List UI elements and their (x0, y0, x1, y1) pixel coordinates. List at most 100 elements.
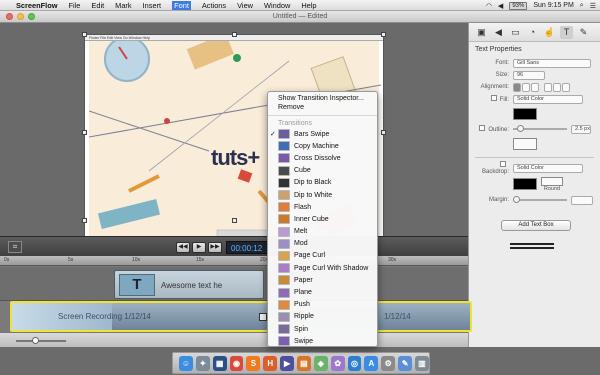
resize-handle-tc[interactable] (232, 32, 237, 37)
transition-item[interactable]: ✓ Bars Swipe (268, 128, 377, 140)
rewind-button[interactable]: ◀◀ (176, 242, 190, 253)
chrome-dock-icon[interactable]: ◉ (229, 355, 244, 371)
outline-checkbox[interactable] (479, 125, 486, 131)
menu-file[interactable]: File (68, 1, 80, 10)
transition-item[interactable]: Inner Cube (268, 213, 377, 225)
resize-handle-mr[interactable] (381, 130, 386, 135)
photos-dock-icon[interactable]: ✿ (330, 355, 345, 371)
outline-slider-knob[interactable] (517, 125, 524, 132)
menu-edit[interactable]: Edit (91, 1, 104, 10)
transition-item[interactable]: Mod (268, 238, 377, 250)
transition-item[interactable]: Melt (268, 226, 377, 238)
backdrop-corner-preview[interactable] (541, 176, 563, 186)
transition-item[interactable]: Cross Dissolve (268, 152, 377, 164)
timeline-zoom-slider[interactable] (16, 337, 66, 344)
menu-help[interactable]: Help (301, 1, 316, 10)
transition-marker[interactable] (259, 313, 267, 321)
touch-callout-tab-icon[interactable]: ☝ (543, 26, 556, 39)
menu-font[interactable]: Font (172, 0, 191, 10)
margin-value-field[interactable] (571, 195, 593, 205)
trash-dock-icon[interactable]: ▥ (415, 355, 429, 371)
battery-indicator[interactable]: 93% (509, 1, 528, 10)
transition-item[interactable]: Flash (268, 201, 377, 213)
fill-type-select[interactable]: Solid Color (513, 94, 583, 104)
clock[interactable]: Sun 9:15 PM (533, 2, 573, 9)
volume-icon[interactable]: ◀ (498, 2, 503, 10)
transition-item[interactable]: Page Curl (268, 250, 377, 262)
crop-icon[interactable]: ⌗ (8, 241, 22, 253)
transition-item[interactable]: Swipe (268, 335, 377, 347)
safari-dock-icon[interactable]: ◎ (347, 355, 362, 371)
align-left-button[interactable] (513, 82, 521, 92)
ibooks-dock-icon[interactable]: ▤ (297, 355, 311, 371)
backdrop-type-select[interactable]: Solid Color (513, 163, 583, 173)
annotations-tab-icon[interactable]: ✎ (577, 26, 590, 39)
sublime-dock-icon[interactable]: S (246, 355, 261, 371)
notifications-icon[interactable]: ☰ (590, 2, 596, 10)
settings-dock-icon[interactable]: ⚙ (381, 355, 396, 371)
transition-item[interactable]: Dip to White (268, 189, 377, 201)
menu-insert[interactable]: Insert (143, 1, 161, 10)
backdrop-checkbox[interactable] (500, 161, 506, 167)
callout-tab-icon[interactable]: ◔ (526, 26, 539, 39)
canvas-area[interactable]: Finder File Edit View Go Window Help tut… (0, 23, 468, 244)
appstore-dock-icon[interactable]: A (364, 355, 379, 371)
transition-item[interactable]: Copy Machine (268, 140, 377, 152)
align-center-button[interactable] (522, 82, 530, 92)
transition-item[interactable]: Dip to Black (268, 177, 377, 189)
show-transition-inspector-item[interactable]: Show Transition Inspector... (268, 94, 377, 103)
mission-control-dock-icon[interactable]: ▦ (212, 355, 227, 371)
play-button[interactable]: ▶ (192, 242, 206, 253)
outline-color-swatch[interactable] (513, 138, 537, 150)
menu-window[interactable]: Window (264, 1, 290, 10)
remove-transition-item[interactable]: Remove (268, 103, 377, 112)
resize-handle-bc[interactable] (232, 218, 237, 223)
hype-dock-icon[interactable]: H (263, 355, 278, 371)
screenflow-dock-icon[interactable]: ▶ (280, 355, 295, 371)
maps-dock-icon[interactable]: ◈ (313, 355, 328, 371)
margin-slider-knob[interactable] (513, 196, 520, 203)
finder-dock-icon[interactable]: ☺ (179, 355, 193, 371)
transition-item[interactable]: Push (268, 299, 377, 311)
transition-item[interactable]: Cube (268, 165, 377, 177)
zoom-slider-knob[interactable] (32, 337, 39, 344)
backdrop-color-swatch[interactable] (513, 178, 537, 190)
transition-item[interactable]: Plane (268, 286, 377, 298)
transition-item[interactable]: Spin (268, 323, 377, 335)
size-select[interactable]: 96 (513, 70, 545, 80)
video-properties-tab-icon[interactable]: ▣ (475, 26, 488, 39)
resize-handle-ml[interactable] (82, 130, 87, 135)
audio-properties-tab-icon[interactable]: ◀ (492, 26, 505, 39)
transition-item[interactable]: Ripple (268, 311, 377, 323)
font-select[interactable]: Gill Sans (513, 58, 591, 68)
margin-slider[interactable] (513, 196, 567, 203)
time-ruler[interactable]: 0s 5s 10s 15s 20s 25s 30s (0, 256, 468, 266)
menu-view[interactable]: View (237, 1, 253, 10)
fill-color-swatch[interactable] (513, 108, 537, 120)
text-clip[interactable]: T Awesome text he (114, 270, 264, 299)
menu-app-name[interactable]: ScreenFlow (16, 1, 57, 10)
spotlight-icon[interactable]: ⌕ (580, 2, 584, 10)
menu-mark[interactable]: Mark (115, 1, 131, 10)
align-middle-button[interactable] (553, 82, 561, 92)
launchpad-dock-icon[interactable]: ✦ (195, 355, 210, 371)
screen-recording-clip[interactable]: Screen Recording 1/12/14 1/12/14 (10, 301, 472, 332)
screen-recording-tab-icon[interactable]: ▭ (509, 26, 522, 39)
fill-checkbox[interactable] (490, 95, 497, 101)
align-right-button[interactable] (531, 82, 539, 92)
align-bottom-button[interactable] (562, 82, 570, 92)
wifi-icon[interactable]: ◠ (486, 2, 492, 10)
resize-handle-tl[interactable] (82, 32, 87, 37)
align-top-button[interactable] (544, 82, 552, 92)
transition-item[interactable]: Page Curl With Shadow (268, 262, 377, 274)
outline-width-field[interactable]: 2.5 px (571, 124, 591, 134)
fast-forward-button[interactable]: ▶▶ (208, 242, 222, 253)
outline-slider[interactable] (513, 125, 567, 132)
text-properties-tab-icon[interactable]: T (560, 25, 573, 39)
transition-item[interactable]: Paper (268, 274, 377, 286)
pages-dock-icon[interactable]: ✎ (398, 355, 413, 371)
add-text-box-button[interactable]: Add Text Box (501, 220, 571, 231)
resize-handle-tr[interactable] (381, 32, 386, 37)
resize-handle-bl[interactable] (82, 218, 87, 223)
menu-actions[interactable]: Actions (202, 1, 226, 10)
